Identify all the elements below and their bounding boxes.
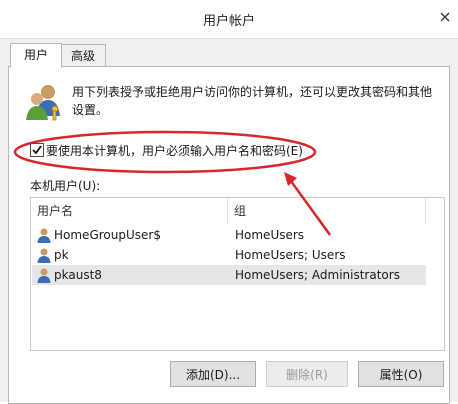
local-users-label: 本机用户(U): bbox=[30, 179, 101, 193]
user-icon bbox=[37, 228, 51, 243]
description-text: 用下列表授予或拒绝用户访问你的计算机，还可以更改其密码和其他设置。 bbox=[72, 85, 433, 117]
cell-groups: HomeUsers; Users bbox=[235, 248, 346, 262]
users-list[interactable]: 用户名 组 HomeGroupUser$ HomeUsers pk HomeUs… bbox=[30, 197, 445, 351]
cell-groups: HomeUsers; Administrators bbox=[235, 268, 400, 282]
close-button[interactable] bbox=[434, 8, 456, 26]
cell-username: HomeGroupUser$ bbox=[54, 228, 161, 242]
close-icon bbox=[440, 12, 450, 22]
window-title: 用户帐户 bbox=[202, 14, 255, 29]
table-row[interactable]: pkaust8 HomeUsers; Administrators bbox=[32, 265, 426, 285]
require-login-checkbox[interactable] bbox=[30, 143, 44, 157]
column-header-username[interactable]: 用户名 bbox=[31, 198, 228, 224]
users-icon bbox=[24, 82, 64, 122]
user-icon bbox=[37, 248, 51, 263]
cell-username: pkaust8 bbox=[54, 268, 102, 282]
table-row[interactable]: HomeGroupUser$ HomeUsers bbox=[32, 225, 426, 245]
column-header-group[interactable]: 组 bbox=[228, 198, 426, 224]
table-row[interactable]: pk HomeUsers; Users bbox=[32, 245, 426, 265]
add-user-button[interactable]: 添加(D)... bbox=[170, 361, 256, 387]
remove-user-button[interactable]: 删除(R) bbox=[266, 361, 348, 387]
require-login-label[interactable]: 要使用本计算机，用户必须输入用户名和密码(E) bbox=[46, 142, 303, 159]
cell-username: pk bbox=[54, 248, 69, 262]
cell-groups: HomeUsers bbox=[235, 228, 305, 242]
properties-button[interactable]: 属性(O) bbox=[358, 361, 444, 387]
user-icon bbox=[37, 268, 51, 283]
tab-users[interactable]: 用户 bbox=[10, 43, 62, 68]
tab-advanced[interactable]: 高级 bbox=[60, 44, 106, 68]
checkmark-icon bbox=[32, 145, 42, 155]
